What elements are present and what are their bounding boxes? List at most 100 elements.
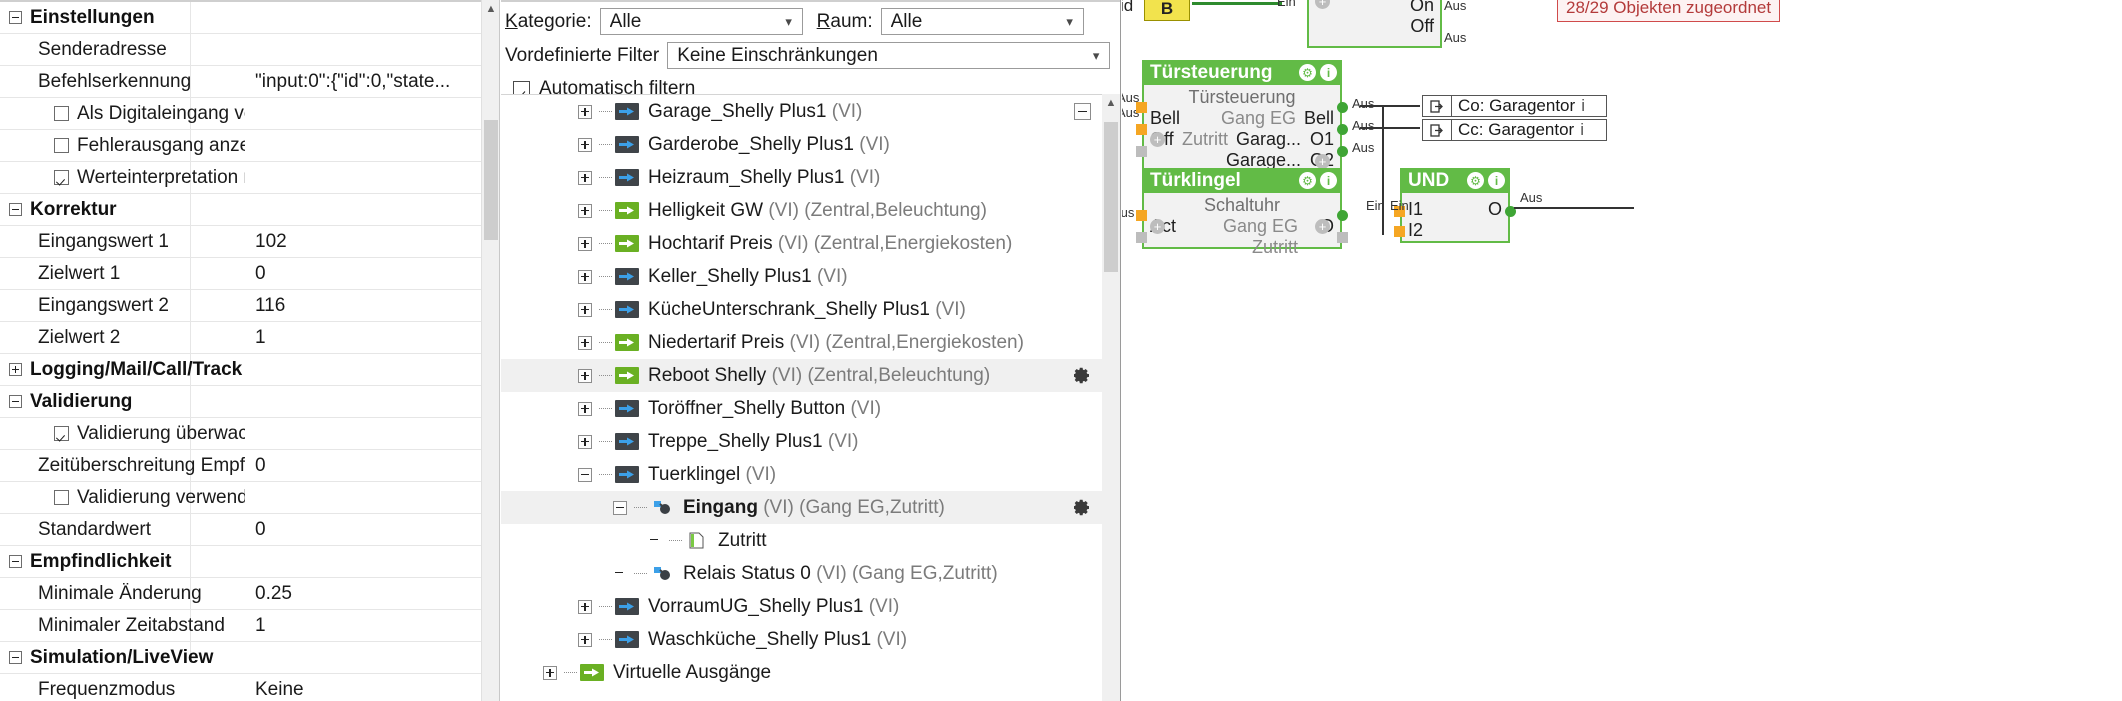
input-pin-act[interactable] bbox=[1136, 210, 1147, 221]
collapse-icon[interactable] bbox=[578, 467, 592, 482]
collapse-icon[interactable] bbox=[613, 500, 627, 515]
property-checkbox[interactable] bbox=[54, 106, 69, 121]
property-value[interactable]: 0 bbox=[245, 263, 482, 285]
tree-item[interactable]: Hochtarif Preis (VI) (Zentral,Energiekos… bbox=[501, 227, 1120, 260]
tree-item[interactable]: Helligkeit GW (VI) (Zentral,Beleuchtung) bbox=[501, 194, 1120, 227]
tree-item[interactable]: KücheUnterschrank_Shelly Plus1 (VI) bbox=[501, 293, 1120, 326]
collapse-icon[interactable] bbox=[0, 395, 30, 408]
property-group-header[interactable]: Einstellungen bbox=[0, 2, 482, 34]
property-row[interactable]: Werteinterpretation m... bbox=[0, 162, 482, 194]
input-pin-bell[interactable] bbox=[1136, 102, 1147, 113]
tree-item[interactable]: Tuerklingel (VI) bbox=[501, 458, 1120, 491]
expand-icon[interactable] bbox=[543, 665, 557, 680]
expand-icon[interactable] bbox=[578, 236, 592, 251]
object-tree[interactable]: Garage_Shelly Plus1 (VI) Garderobe_Shelly… bbox=[501, 94, 1120, 701]
expand-icon[interactable] bbox=[578, 335, 592, 350]
tree-item[interactable]: Heizraum_Shelly Plus1 (VI) bbox=[501, 161, 1120, 194]
expand-icon[interactable] bbox=[578, 302, 592, 317]
tree-item[interactable]: Waschküche_Shelly Plus1 (VI) bbox=[501, 623, 1120, 656]
collapse-icon[interactable] bbox=[0, 11, 30, 24]
collapse-icon[interactable] bbox=[0, 203, 30, 216]
property-row[interactable]: Frequenzmodus Keine bbox=[0, 674, 482, 701]
room-dropdown[interactable]: Alle ▾ bbox=[880, 8, 1084, 35]
property-checkbox[interactable] bbox=[54, 426, 69, 441]
property-value[interactable]: 116 bbox=[245, 295, 482, 317]
add-input-icon[interactable]: + bbox=[1150, 219, 1165, 234]
chevron-down-icon[interactable]: ▾ bbox=[1083, 48, 1109, 64]
gear-icon[interactable]: ⚙ bbox=[1467, 172, 1484, 189]
property-row[interactable]: Minimale Änderung 0.25 bbox=[0, 578, 482, 610]
output-pin-o1[interactable] bbox=[1337, 124, 1348, 135]
expand-icon[interactable] bbox=[578, 599, 592, 614]
property-grid-scrollbar[interactable]: ▲ bbox=[481, 0, 499, 701]
tree-item[interactable]: Zutritt bbox=[501, 524, 1120, 557]
logic-canvas[interactable]: id B Ein Flank... P On Off + Aus bbox=[1122, 0, 2122, 701]
add-output-icon[interactable]: + bbox=[1315, 154, 1330, 169]
tree-item[interactable]: Toröffner_Shelly Button (VI) bbox=[501, 392, 1120, 425]
gear-icon[interactable]: ⚙ bbox=[1299, 64, 1316, 81]
block-header[interactable]: Türsteuerung ⚙ i bbox=[1142, 60, 1342, 85]
property-value[interactable]: 0 bbox=[245, 519, 482, 541]
expand-icon[interactable] bbox=[0, 363, 30, 376]
property-group-header[interactable]: Logging/Mail/Call/Track bbox=[0, 354, 482, 386]
expand-icon[interactable] bbox=[578, 368, 592, 383]
input-pin-i2[interactable] bbox=[1394, 226, 1405, 237]
property-row[interactable]: Als Digitaleingang ver... bbox=[0, 98, 482, 130]
scrollbar-thumb[interactable] bbox=[1104, 122, 1118, 272]
add-output-icon[interactable]: + bbox=[1315, 219, 1330, 234]
scrollbar-thumb[interactable] bbox=[484, 120, 498, 240]
yellow-flag-block[interactable]: B bbox=[1144, 0, 1190, 21]
info-icon[interactable]: i bbox=[1488, 172, 1505, 189]
property-row[interactable]: Validierung überwach... bbox=[0, 418, 482, 450]
property-value[interactable]: 1 bbox=[245, 615, 482, 637]
object-tree-scrollbar[interactable]: ▲ bbox=[1102, 94, 1120, 701]
expand-icon[interactable] bbox=[578, 137, 592, 152]
output-pin-add[interactable] bbox=[1337, 232, 1348, 243]
block-und[interactable]: UND ⚙ i I1 O I2 bbox=[1394, 168, 1516, 243]
info-icon[interactable]: i bbox=[1581, 96, 1591, 116]
target-cc-garagentor[interactable]: Cc: Garagentor i bbox=[1422, 119, 1607, 141]
property-checkbox[interactable] bbox=[54, 170, 69, 185]
expand-icon[interactable] bbox=[578, 170, 592, 185]
gear-icon[interactable] bbox=[1074, 367, 1091, 384]
property-value[interactable]: "input:0":{"id":0,"state... bbox=[245, 71, 482, 93]
category-dropdown[interactable]: Alle ▾ bbox=[599, 8, 803, 35]
gear-icon[interactable]: ⚙ bbox=[1299, 172, 1316, 189]
expand-icon[interactable] bbox=[578, 203, 592, 218]
tree-item[interactable]: Treppe_Shelly Plus1 (VI) bbox=[501, 425, 1120, 458]
tree-item[interactable]: Garage_Shelly Plus1 (VI) bbox=[501, 95, 1120, 128]
property-checkbox[interactable] bbox=[54, 490, 69, 505]
tree-item[interactable]: Niedertarif Preis (VI) (Zentral,Energiek… bbox=[501, 326, 1120, 359]
property-group-header[interactable]: Simulation/LiveView bbox=[0, 642, 482, 674]
property-row[interactable]: Zeitüberschreitung Empf... 0 bbox=[0, 450, 482, 482]
predefined-filter-dropdown[interactable]: Keine Einschränkungen ▾ bbox=[667, 42, 1111, 69]
expand-icon[interactable] bbox=[578, 104, 592, 119]
property-group-header[interactable]: Korrektur bbox=[0, 194, 482, 226]
scroll-up-arrow-icon[interactable]: ▲ bbox=[482, 0, 499, 18]
add-input-icon[interactable]: + bbox=[1150, 132, 1165, 147]
tree-item[interactable]: Relais Status 0 (VI) (Gang EG,Zutritt) bbox=[501, 557, 1120, 590]
input-pin-add[interactable] bbox=[1136, 232, 1147, 243]
expand-icon[interactable] bbox=[578, 632, 592, 647]
tree-item[interactable]: Keller_Shelly Plus1 (VI) bbox=[501, 260, 1120, 293]
property-row[interactable]: Befehlserkennung "input:0":{"id":0,"state… bbox=[0, 66, 482, 98]
property-row[interactable]: Zielwert 1 0 bbox=[0, 258, 482, 290]
property-row[interactable]: Validierung verwenden bbox=[0, 482, 482, 514]
expand-icon[interactable] bbox=[578, 401, 592, 416]
output-pin-bell[interactable] bbox=[1337, 102, 1348, 113]
property-value[interactable]: 0.25 bbox=[245, 583, 482, 605]
input-pin-add[interactable] bbox=[1136, 146, 1147, 157]
scroll-up-arrow-icon[interactable]: ▲ bbox=[1102, 94, 1120, 112]
chevron-down-icon[interactable]: ▾ bbox=[1057, 14, 1083, 30]
gear-icon[interactable] bbox=[1074, 499, 1091, 516]
tree-item-selected[interactable]: Eingang (VI) (Gang EG,Zutritt) bbox=[501, 491, 1120, 524]
tree-item[interactable]: VorraumUG_Shelly Plus1 (VI) bbox=[501, 590, 1120, 623]
expand-icon[interactable] bbox=[578, 269, 592, 284]
property-row[interactable]: Standardwert 0 bbox=[0, 514, 482, 546]
target-co-garagentor[interactable]: Co: Garagentor i bbox=[1422, 95, 1607, 117]
property-row[interactable]: Zielwert 2 1 bbox=[0, 322, 482, 354]
tree-item[interactable]: Reboot Shelly (VI) (Zentral,Beleuchtung) bbox=[501, 359, 1120, 392]
collapse-all-button[interactable] bbox=[1074, 103, 1091, 120]
output-pin-o[interactable] bbox=[1337, 210, 1348, 221]
expand-icon[interactable] bbox=[578, 434, 592, 449]
